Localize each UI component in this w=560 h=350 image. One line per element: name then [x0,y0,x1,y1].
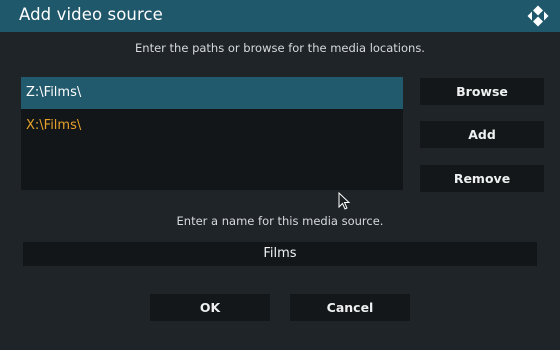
dialog-title-bar: Add video source [0,0,560,32]
name-hint: Enter a name for this media source. [176,214,384,228]
dialog-title: Add video source [19,5,163,24]
mouse-pointer-icon [338,192,350,210]
browse-button[interactable]: Browse [420,78,544,105]
paths-hint: Enter the paths or browse for the media … [135,41,425,55]
remove-button[interactable]: Remove [420,165,544,192]
paths-list[interactable]: Z:\Films\ X:\Films\ [21,77,403,190]
source-name-field[interactable]: Films [23,242,537,266]
add-button[interactable]: Add [420,121,544,148]
ok-button[interactable]: OK [150,294,270,321]
cancel-button[interactable]: Cancel [290,294,410,321]
path-item[interactable]: Z:\Films\ [21,77,403,109]
path-item[interactable]: X:\Films\ [21,110,403,142]
kodi-logo-icon [527,5,549,27]
